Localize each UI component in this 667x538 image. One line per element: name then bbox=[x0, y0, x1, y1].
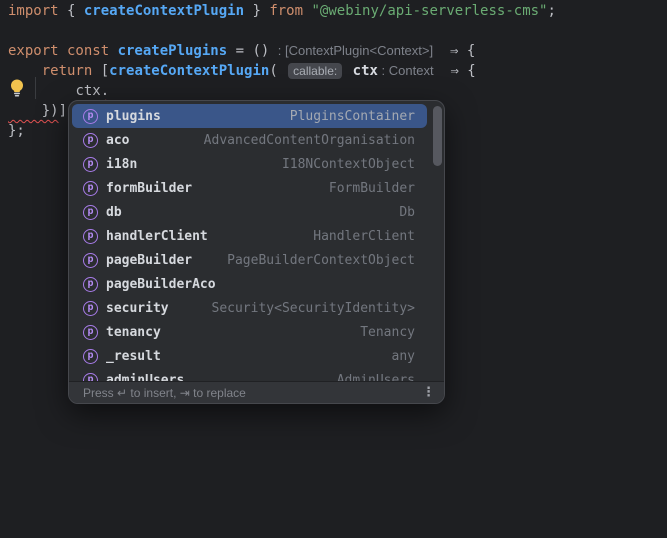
property-icon: p bbox=[83, 348, 98, 364]
error-squiggle-dot: . bbox=[100, 83, 110, 99]
completion-item-pageBuilderAco[interactable]: p pageBuilderAco bbox=[72, 272, 427, 296]
kebab-menu-icon[interactable]: ⋮ bbox=[422, 386, 435, 399]
property-icon: p bbox=[83, 324, 98, 340]
completion-item-db[interactable]: p db Db bbox=[72, 200, 427, 224]
completion-label: plugins bbox=[106, 108, 161, 124]
completion-type: Db bbox=[399, 204, 415, 220]
indent-guide bbox=[35, 77, 36, 99]
completion-type: Tenancy bbox=[360, 324, 415, 340]
property-icon: p bbox=[83, 108, 98, 124]
code-token: }; bbox=[8, 123, 25, 139]
completion-label: _result bbox=[106, 348, 161, 364]
code-line: return [createContextPlugin( callable: c… bbox=[8, 61, 556, 81]
code-token: "@webiny/api-serverless-cms" bbox=[311, 3, 548, 19]
code-token: ( bbox=[269, 63, 287, 79]
completion-item-handlerClient[interactable]: p handlerClient HandlerClient bbox=[72, 224, 427, 248]
property-icon: p bbox=[83, 156, 98, 172]
completion-label: i18n bbox=[106, 156, 138, 172]
property-icon: p bbox=[83, 180, 98, 196]
completion-label: formBuilder bbox=[106, 180, 193, 196]
property-icon: p bbox=[83, 276, 98, 292]
completion-label: tenancy bbox=[106, 324, 161, 340]
code-line: import { createContextPlugin } from "@we… bbox=[8, 1, 556, 21]
popup-scrollbar-thumb[interactable] bbox=[433, 106, 442, 166]
code-token: } bbox=[244, 3, 270, 19]
code-token: { bbox=[458, 63, 476, 79]
property-icon: p bbox=[83, 300, 98, 316]
completion-label: security bbox=[106, 300, 169, 316]
completion-type: PluginsContainer bbox=[289, 108, 415, 124]
completion-item-adminUsers[interactable]: p adminUsers AdminUsers bbox=[72, 368, 427, 381]
completion-popup: p plugins PluginsContainer p aco AdvancedCont… bbox=[68, 100, 445, 404]
parameter-type-hint: : Context bbox=[377, 63, 434, 78]
property-icon: p bbox=[83, 252, 98, 268]
completion-type: FormBuilder bbox=[328, 180, 415, 196]
property-icon: p bbox=[83, 372, 98, 381]
code-token: return bbox=[41, 63, 93, 79]
footer-hint-text: Press ↵ to insert, ⇥ to replace bbox=[83, 385, 246, 400]
completion-list: p plugins PluginsContainer p aco AdvancedCont… bbox=[69, 101, 444, 381]
intention-bulb-icon[interactable] bbox=[9, 78, 25, 98]
completion-item-pageBuilder[interactable]: p pageBuilder PageBuilderContextObject bbox=[72, 248, 427, 272]
completion-label: db bbox=[106, 204, 122, 220]
code-token: createPlugins bbox=[117, 43, 228, 59]
completion-type: I18NContextObject bbox=[281, 156, 415, 172]
completion-type: PageBuilderContextObject bbox=[227, 252, 415, 268]
code-line: export const createPlugins = () : [Conte… bbox=[8, 41, 556, 61]
completion-label: aco bbox=[106, 132, 130, 148]
property-icon: p bbox=[83, 228, 98, 244]
completion-label: pageBuilderAco bbox=[106, 276, 216, 292]
completion-type: HandlerClient bbox=[313, 228, 415, 244]
code-token: { bbox=[67, 3, 84, 19]
callable-hint-chip: callable: bbox=[288, 63, 343, 79]
completion-item-formBuilder[interactable]: p formBuilder FormBuilder bbox=[72, 176, 427, 200]
code-token: ctx bbox=[75, 83, 101, 99]
completion-type: Security<SecurityIdentity> bbox=[211, 300, 416, 316]
code-token: createContextPlugin bbox=[109, 63, 270, 79]
completion-item-security[interactable]: p security Security<SecurityIdentity> bbox=[72, 296, 427, 320]
code-token: export const bbox=[8, 43, 118, 59]
lightbulb-icon bbox=[11, 79, 23, 97]
code-token: = () bbox=[227, 43, 278, 59]
code-token: [ bbox=[92, 63, 110, 79]
code-token: from bbox=[269, 3, 312, 19]
property-icon: p bbox=[83, 204, 98, 220]
arrow-ligature: ⇒ bbox=[450, 63, 459, 79]
code-line: ctx. bbox=[8, 81, 556, 101]
completion-item-i18n[interactable]: p i18n I18NContextObject bbox=[72, 152, 427, 176]
completion-type: AdminUsers bbox=[336, 372, 415, 382]
completion-label: pageBuilder bbox=[106, 252, 193, 268]
completion-item-plugins[interactable]: p plugins PluginsContainer bbox=[72, 104, 427, 128]
code-token: createContextPlugin bbox=[83, 3, 245, 19]
completion-item-aco[interactable]: p aco AdvancedContentOrganisation bbox=[72, 128, 427, 152]
completion-label: adminUsers bbox=[106, 372, 185, 382]
code-token: ; bbox=[547, 3, 556, 19]
code-token: ctx bbox=[352, 63, 378, 79]
completion-label: handlerClient bbox=[106, 228, 208, 244]
completion-type: any bbox=[391, 348, 415, 364]
completion-type: AdvancedContentOrganisation bbox=[203, 132, 415, 148]
completion-item-tenancy[interactable]: p tenancy Tenancy bbox=[72, 320, 427, 344]
ide-screen: import { createContextPlugin } from "@we… bbox=[0, 0, 667, 538]
completion-item-_result[interactable]: p _result any bbox=[72, 344, 427, 368]
code-token: { bbox=[458, 43, 476, 59]
return-type-hint: : [ContextPlugin<Context>] bbox=[277, 43, 434, 58]
error-squiggle-brackets: }) bbox=[8, 103, 59, 119]
completion-footer: Press ↵ to insert, ⇥ to replace ⋮ bbox=[69, 381, 444, 403]
property-icon: p bbox=[83, 132, 98, 148]
code-token: import bbox=[8, 3, 68, 19]
